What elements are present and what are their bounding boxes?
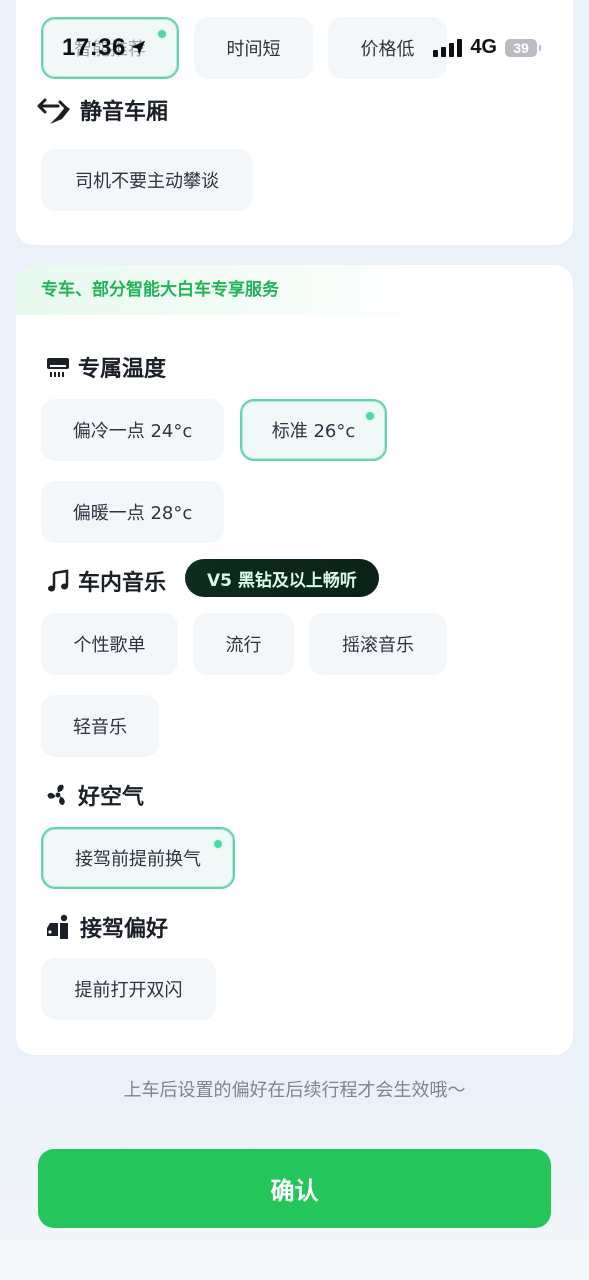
music-option-rock[interactable]: 摇滚音乐 xyxy=(309,613,447,675)
chip-label: 司机不要主动攀谈 xyxy=(75,171,219,192)
air-option-ventilate[interactable]: 接驾前提前换气 xyxy=(41,827,235,889)
section-title-text: 好空气 xyxy=(78,785,145,810)
chip-label: 提前打开双闪 xyxy=(74,980,183,1001)
section-title-temperature: 专属温度 xyxy=(46,351,166,383)
route-option-fastest[interactable]: 时间短 xyxy=(194,17,313,79)
chip-label: 接驾前提前换气 xyxy=(75,849,201,870)
premium-services-card: 专车、部分智能大白车专享服务 专属温度 偏冷一点 24°c 标准 26°c 偏暖… xyxy=(16,265,573,1055)
air-conditioner-icon xyxy=(47,358,69,377)
location-arrow-icon xyxy=(130,41,145,55)
section-title-music: 车内音乐 xyxy=(46,565,166,597)
status-time-text: 17:36 xyxy=(62,34,126,61)
preferences-page: 智能推荐 时间短 价格低 静音车厢 司机不要主动攀谈 17:36 4G 39 专… xyxy=(0,0,589,1280)
section-title-pickup: 接驾偏好 xyxy=(46,911,168,943)
section-title-text: 接驾偏好 xyxy=(80,917,169,942)
music-option-pop[interactable]: 流行 xyxy=(193,613,294,675)
chip-label: 价格低 xyxy=(360,39,415,60)
battery-level: 39 xyxy=(513,39,529,56)
selected-dot-icon xyxy=(156,28,168,40)
fan-icon xyxy=(47,784,65,805)
section-title-text: 专属温度 xyxy=(78,357,167,382)
selected-dot-icon xyxy=(364,410,376,422)
chip-label: 个性歌单 xyxy=(73,635,146,656)
network-type: 4G xyxy=(470,36,497,58)
temperature-option-standard[interactable]: 标准 26°c xyxy=(240,399,387,461)
selected-dot-icon xyxy=(212,838,224,850)
chip-label: 摇滚音乐 xyxy=(342,635,414,656)
status-indicators: 4G 39 xyxy=(433,36,541,59)
section-title-text: 静音车厢 xyxy=(80,100,169,125)
quiet-option-no-chat[interactable]: 司机不要主动攀谈 xyxy=(41,149,253,211)
temperature-option-warm[interactable]: 偏暖一点 28°c xyxy=(41,481,224,543)
music-option-light[interactable]: 轻音乐 xyxy=(41,695,159,757)
chip-label: 偏暖一点 28°c xyxy=(72,503,193,524)
battery-icon: 39 xyxy=(505,38,541,57)
music-note-icon xyxy=(48,569,69,592)
driver-car-icon xyxy=(47,914,68,939)
music-option-playlist[interactable]: 个性歌单 xyxy=(41,613,178,675)
temperature-option-cool[interactable]: 偏冷一点 24°c xyxy=(41,399,224,461)
chip-label: 流行 xyxy=(225,635,262,656)
chip-label: 偏冷一点 24°c xyxy=(72,421,193,442)
premium-banner: 专车、部分智能大白车专享服务 xyxy=(16,265,573,315)
signal-bars-icon xyxy=(433,38,463,57)
pickup-option-hazard-lights[interactable]: 提前打开双闪 xyxy=(41,958,216,1020)
section-title-text: 车内音乐 xyxy=(78,571,167,596)
mute-speech-icon xyxy=(37,98,70,124)
settings-hint: 上车后设置的偏好在后续行程才会生效哦～ xyxy=(123,1080,466,1101)
route-option-cheapest[interactable]: 价格低 xyxy=(328,17,447,79)
section-title-air: 好空气 xyxy=(46,779,144,811)
chip-label: 时间短 xyxy=(226,39,281,60)
confirm-button[interactable]: 确认 xyxy=(38,1149,551,1228)
vip-badge: V5 黑钻及以上畅听 xyxy=(185,559,379,597)
status-time: 17:36 xyxy=(62,34,146,62)
chip-label: 轻音乐 xyxy=(73,717,127,738)
section-title-quiet-cabin: 静音车厢 xyxy=(36,94,168,126)
chip-label: 标准 26°c xyxy=(271,421,356,442)
